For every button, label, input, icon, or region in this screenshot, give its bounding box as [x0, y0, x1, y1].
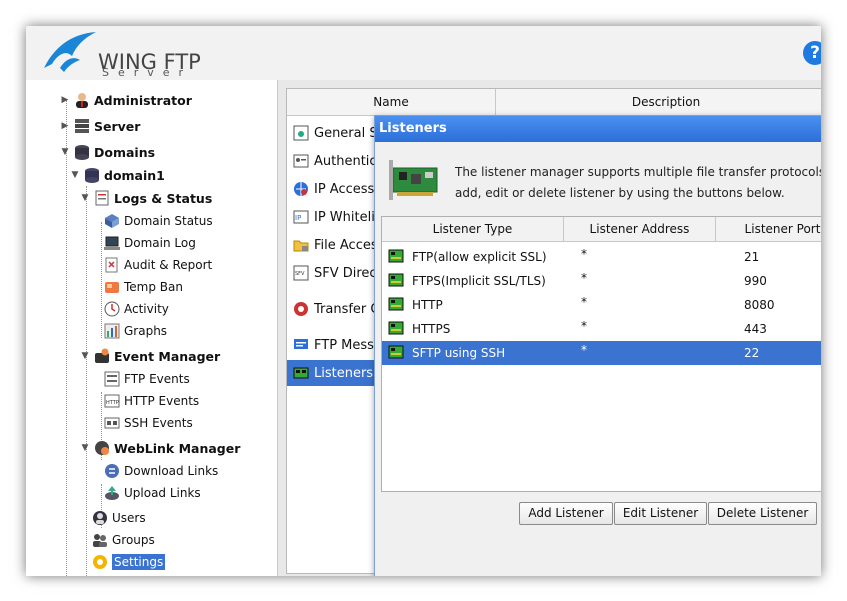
column-name[interactable]: Name — [287, 89, 496, 116]
wing-logo-icon — [44, 32, 96, 72]
domain-icon — [84, 167, 100, 183]
ip-whitelist-icon: IP — [293, 209, 309, 225]
domains-icon — [74, 144, 90, 160]
listener-card-icon — [388, 249, 404, 263]
authentication-icon — [293, 153, 309, 169]
tree-item-groups[interactable]: Groups — [92, 530, 155, 550]
delete-listener-button[interactable]: Delete Listener — [708, 502, 817, 525]
tree-item-activity[interactable]: Activity — [104, 299, 169, 319]
ssh-events-icon — [104, 415, 120, 431]
logo-subtitle: Server — [102, 66, 193, 79]
tree-item-graphs[interactable]: Graphs — [104, 321, 167, 341]
graphs-icon — [104, 323, 120, 339]
server-icon — [74, 118, 90, 134]
upload-links-icon — [104, 485, 120, 501]
listener-row-selected[interactable]: SFTP using SSH * 22 — [382, 341, 821, 365]
tree-item-temp-ban[interactable]: Temp Ban — [104, 277, 183, 297]
edit-listener-button[interactable]: Edit Listener — [614, 502, 707, 525]
listener-card-icon — [388, 345, 404, 359]
tree-item-users[interactable]: Users — [92, 508, 146, 528]
logs-icon — [94, 190, 110, 206]
svg-text:SFV: SFV — [295, 271, 305, 277]
domain-log-icon — [104, 235, 120, 251]
tree-item-download-links[interactable]: Download Links — [104, 461, 218, 481]
setting-transfer-control[interactable]: Transfer C — [287, 296, 377, 322]
svg-text:IP: IP — [295, 214, 301, 222]
listeners-grid: Listener Type Listener Address Listener … — [381, 216, 821, 492]
network-card-icon — [389, 160, 438, 200]
http-events-icon: HTTP — [104, 393, 120, 409]
tree-item-http-events[interactable]: HTTP HTTP Events — [104, 391, 199, 411]
listener-row[interactable]: HTTPS * 443 — [382, 317, 821, 341]
transfer-icon — [293, 301, 309, 317]
tree-item-audit-report[interactable]: Audit & Report — [104, 255, 212, 275]
weblink-icon — [94, 440, 110, 456]
users-icon — [92, 510, 108, 526]
column-listener-address[interactable]: Listener Address — [564, 217, 716, 242]
dialog-desc-line1: The listener manager supports multiple f… — [455, 165, 821, 179]
audit-icon — [104, 257, 120, 273]
activity-icon — [104, 301, 120, 317]
column-listener-port[interactable]: Listener Port — [716, 217, 821, 242]
listener-row[interactable]: FTP(allow explicit SSL) * 21 — [382, 245, 821, 269]
setting-sfv-directory[interactable]: SFV SFV Direct — [287, 260, 377, 286]
tree-item-administrator[interactable]: ▶ Administrator — [60, 90, 192, 110]
listeners-dialog: Listeners The listener manager supports … — [374, 115, 821, 576]
navigation-tree: ▶ Administrator ▶ Server ▼ Domains ▼ dom… — [26, 80, 278, 576]
download-links-icon — [104, 463, 120, 479]
listener-row[interactable]: HTTP * 8080 — [382, 293, 821, 317]
dialog-desc-line2: add, edit or delete listener by using th… — [455, 186, 785, 200]
tree-item-ssh-events[interactable]: SSH Events — [104, 413, 193, 433]
tree-item-settings[interactable]: Settings — [92, 552, 166, 572]
tree-item-domains[interactable]: ▼ Domains — [60, 142, 155, 162]
tree-item-domain1[interactable]: ▼ domain1 — [70, 165, 165, 185]
help-button[interactable]: ? — [803, 41, 821, 65]
admin-icon — [74, 92, 90, 108]
setting-listeners[interactable]: Listeners — [287, 360, 377, 386]
app-window: WING FTP Server ? ▶ Administrator ▶ Serv… — [26, 26, 821, 576]
setting-authentication[interactable]: Authentica — [287, 148, 377, 174]
domain-status-icon — [104, 213, 120, 229]
tree-item-weblink-manager[interactable]: ▼ WebLink Manager — [80, 438, 241, 458]
tree-item-ftp-events[interactable]: FTP Events — [104, 369, 190, 389]
column-listener-type[interactable]: Listener Type — [382, 217, 564, 242]
column-description[interactable]: Description — [496, 89, 821, 116]
tree-item-domain-status[interactable]: Domain Status — [104, 211, 213, 231]
listener-card-icon — [388, 321, 404, 335]
setting-general[interactable]: General S — [287, 120, 377, 146]
ftp-events-icon — [104, 371, 120, 387]
listener-card-icon — [388, 273, 404, 287]
listener-card-icon — [388, 297, 404, 311]
ftp-message-icon — [293, 337, 309, 353]
sfv-icon: SFV — [293, 265, 309, 281]
add-listener-button[interactable]: Add Listener — [519, 502, 613, 525]
settings-icon — [92, 554, 108, 570]
tree-item-domain-log[interactable]: Domain Log — [104, 233, 196, 253]
setting-file-access[interactable]: File Acces — [287, 232, 377, 258]
tree-item-upload-links[interactable]: Upload Links — [104, 483, 201, 503]
tree-item-logs-status[interactable]: ▼ Logs & Status — [80, 188, 212, 208]
event-manager-icon — [94, 348, 110, 364]
dialog-title[interactable]: Listeners — [375, 116, 821, 142]
ip-access-icon — [293, 181, 309, 197]
listeners-icon — [293, 365, 309, 381]
app-header: WING FTP Server ? — [26, 26, 821, 80]
tree-item-event-manager[interactable]: ▼ Event Manager — [80, 346, 220, 366]
general-settings-icon — [293, 125, 309, 141]
svg-text:HTTP: HTTP — [106, 400, 119, 406]
groups-icon — [92, 532, 108, 548]
dialog-description: The listener manager supports multiple f… — [455, 162, 821, 204]
setting-ftp-message[interactable]: FTP Messa — [287, 332, 377, 358]
setting-ip-whitelist[interactable]: IP IP Whitelis — [287, 204, 377, 230]
tree-item-server[interactable]: ▶ Server — [60, 116, 141, 136]
setting-ip-access[interactable]: IP Access — [287, 176, 377, 202]
file-access-icon — [293, 237, 309, 253]
temp-ban-icon — [104, 279, 120, 295]
listener-row[interactable]: FTPS(Implicit SSL/TLS) * 990 — [382, 269, 821, 293]
